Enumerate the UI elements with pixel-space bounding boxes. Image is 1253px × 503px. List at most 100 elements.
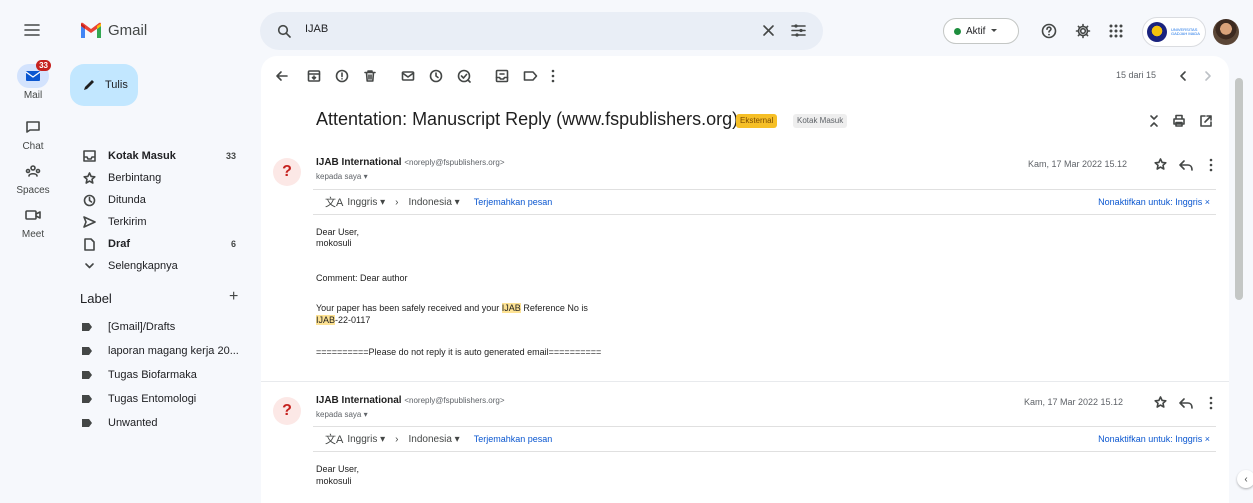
collapse-all-icon[interactable]	[1148, 114, 1160, 128]
chevron-right-icon: ›	[395, 196, 399, 208]
reference-number: -22-0117	[335, 315, 371, 325]
recipient-dropdown[interactable]: kepada saya ▾	[316, 410, 368, 419]
star-toggle-icon[interactable]	[1154, 158, 1167, 171]
label-text: [Gmail]/Drafts	[108, 321, 176, 333]
label-item[interactable]: Tugas Biofarmaka	[82, 365, 252, 385]
message-date: Kam, 17 Mar 2022 15.12	[1028, 159, 1128, 169]
more-vert-icon[interactable]	[551, 69, 555, 83]
sidebar-item-drafts[interactable]: Draf 6	[70, 233, 250, 255]
rail-spaces[interactable]: Spaces	[13, 159, 53, 196]
sidebar-item-sent[interactable]: Terkirim	[70, 211, 250, 233]
translate-icon: 文A	[325, 434, 344, 446]
rail-meet[interactable]: Meet	[13, 203, 53, 240]
sidebar-item-inbox[interactable]: Kotak Masuk 33	[70, 145, 250, 167]
target-language-select[interactable]: Indonesia ▾	[409, 434, 460, 445]
search-icon[interactable]	[277, 24, 291, 38]
pagination-count: 15 dari 15	[1116, 70, 1157, 80]
status-label: Aktif	[966, 25, 986, 37]
organization-badge[interactable]: UNIVERSITAS GADJAH MADA	[1142, 17, 1206, 47]
star-toggle-icon[interactable]	[1154, 396, 1167, 409]
inbox-count: 33	[225, 151, 236, 161]
gmail-logo[interactable]: Gmail	[80, 22, 147, 39]
disable-translate-link[interactable]: Nonaktifkan untuk: Inggris ×	[1098, 434, 1210, 444]
add-label-icon[interactable]: +	[229, 288, 238, 306]
rail-chat-label: Chat	[22, 141, 44, 152]
rail-mail[interactable]: 33 Mail	[13, 60, 53, 101]
report-spam-icon[interactable]	[335, 69, 349, 83]
label-item[interactable]: [Gmail]/Drafts	[82, 317, 252, 337]
move-to-icon[interactable]	[495, 69, 509, 83]
message-more-vert-icon[interactable]	[1209, 158, 1213, 172]
label-item[interactable]: laporan magang kerja 20...	[82, 341, 252, 361]
newer-chevron-left-icon[interactable]	[1178, 69, 1188, 83]
label-as-icon[interactable]	[523, 69, 538, 83]
sender-name: IJAB International	[316, 395, 402, 406]
label-text: Tugas Entomologi	[108, 393, 197, 405]
mail-badge: 33	[36, 60, 51, 71]
inbox-icon	[82, 150, 96, 162]
sidebar-item-starred[interactable]: Berbintang	[70, 167, 250, 189]
side-panel-toggle-icon[interactable]: ‹	[1237, 470, 1253, 488]
labels-heading: Label	[80, 291, 112, 306]
print-icon[interactable]	[1172, 114, 1186, 128]
back-arrow-icon[interactable]	[275, 69, 289, 83]
source-language-select[interactable]: Inggris ▾	[347, 434, 385, 445]
scrollbar-thumb[interactable]	[1235, 78, 1243, 300]
clear-search-icon[interactable]	[762, 24, 775, 37]
message-more-vert-icon[interactable]	[1209, 396, 1213, 410]
rail-spaces-label: Spaces	[16, 185, 50, 196]
settings-gear-icon[interactable]	[1075, 23, 1091, 39]
label-icon	[82, 347, 92, 355]
account-avatar[interactable]	[1213, 19, 1239, 45]
delete-trash-icon[interactable]	[363, 69, 377, 83]
translate-message-link[interactable]: Terjemahkan pesan	[474, 434, 553, 444]
compose-label: Tulis	[105, 79, 128, 91]
reply-icon[interactable]	[1179, 397, 1193, 409]
mark-unread-icon[interactable]	[401, 69, 415, 83]
open-new-window-icon[interactable]	[1199, 114, 1213, 128]
add-task-icon[interactable]	[457, 69, 471, 83]
snooze-clock-icon[interactable]	[429, 69, 443, 83]
reply-icon[interactable]	[1179, 159, 1193, 171]
label-item[interactable]: Unwanted	[82, 413, 252, 433]
older-chevron-right-icon[interactable]	[1203, 69, 1213, 83]
university-logo	[1147, 22, 1167, 42]
label-text: Unwanted	[108, 417, 158, 429]
chevron-right-icon: ›	[395, 433, 399, 445]
sidebar-item-snoozed[interactable]: Ditunda	[70, 189, 250, 211]
sidebar-item-more[interactable]: Selengkapnya	[70, 255, 250, 277]
status-dropdown[interactable]: Aktif	[943, 18, 1019, 44]
message-date: Kam, 17 Mar 2022 15.12	[1024, 397, 1124, 407]
inbox-label-chip[interactable]: Kotak Masuk	[793, 114, 848, 128]
compose-button[interactable]: Tulis	[70, 64, 138, 106]
rail-chat[interactable]: Chat	[13, 115, 53, 152]
label-item[interactable]: Tugas Entomologi	[82, 389, 252, 409]
sidebar-item-label: Terkirim	[108, 216, 147, 228]
gmail-m-icon	[81, 22, 101, 38]
search-bar[interactable]: IJAB	[260, 12, 823, 50]
body-line: mokosuli	[316, 238, 352, 248]
search-options-icon[interactable]	[791, 23, 806, 38]
body-text: Reference No is	[520, 303, 588, 313]
disable-translate-link[interactable]: Nonaktifkan untuk: Inggris ×	[1098, 197, 1210, 207]
body-line: Your paper has been safely received and …	[316, 303, 588, 313]
rail-meet-label: Meet	[21, 229, 45, 240]
email-subject: Attentation: Manuscript Reply (www.fspub…	[316, 109, 739, 129]
chevron-down-icon	[84, 263, 94, 269]
target-language-select[interactable]: Indonesia ▾	[409, 197, 460, 208]
rail-mail-label: Mail	[23, 90, 43, 101]
organization-name: UNIVERSITAS GADJAH MADA	[1171, 27, 1200, 36]
main-menu-icon[interactable]	[24, 23, 40, 37]
source-language-select[interactable]: Inggris ▾	[347, 197, 385, 208]
search-input[interactable]: IJAB	[305, 23, 328, 35]
disable-translate-text: Nonaktifkan untuk: Inggris	[1098, 197, 1203, 207]
archive-icon[interactable]	[307, 69, 321, 83]
apps-grid-icon[interactable]	[1109, 24, 1123, 38]
sender-name: IJAB International	[316, 157, 402, 168]
help-icon[interactable]	[1041, 23, 1057, 39]
video-camera-icon	[25, 210, 41, 220]
translate-message-link[interactable]: Terjemahkan pesan	[474, 197, 553, 207]
recipient-dropdown[interactable]: kepada saya ▾	[316, 172, 368, 181]
label-text: laporan magang kerja 20...	[108, 345, 239, 357]
draft-icon	[83, 237, 95, 251]
